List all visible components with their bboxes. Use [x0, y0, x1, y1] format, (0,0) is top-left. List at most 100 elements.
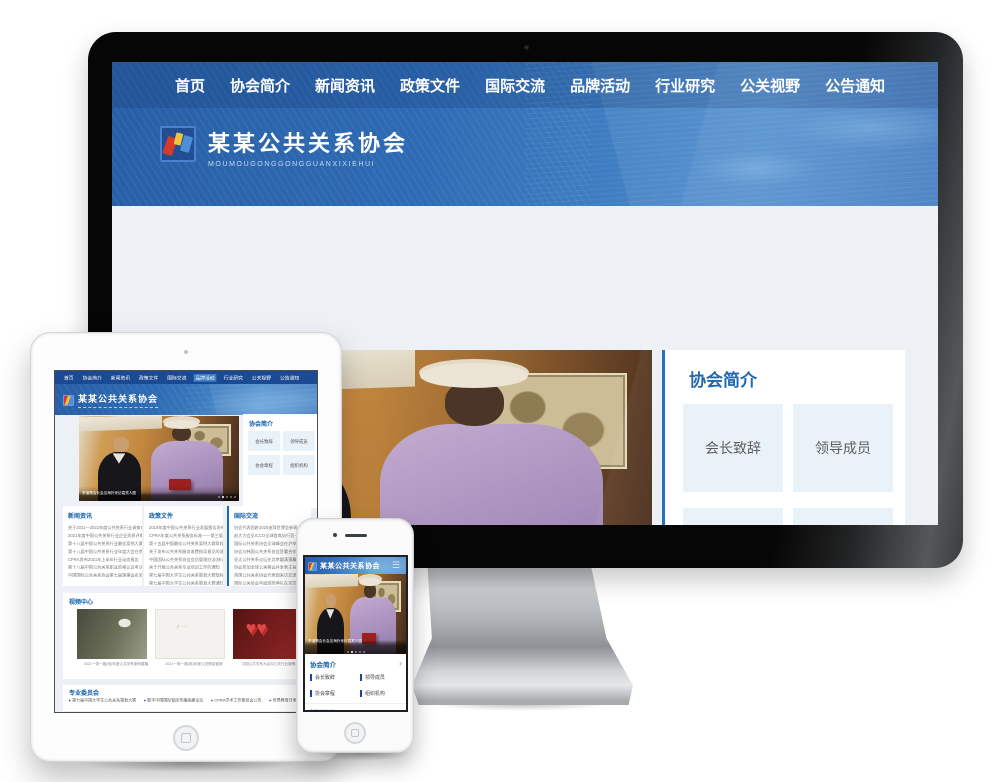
policy-list-item[interactable]: 中国国际公共关系协会会员管理办法(修订) [149, 556, 223, 564]
intro-link[interactable]: 会长致辞 [310, 673, 360, 681]
nav-item[interactable]: 政策文件 [137, 374, 160, 382]
intro-button[interactable]: 领导成员 [283, 431, 315, 451]
logo-icon [63, 395, 74, 406]
intro-button[interactable]: 会长致辞 [683, 404, 783, 492]
video-thumbnail-sketch[interactable] [155, 609, 225, 659]
international-title: 国际交流 [234, 511, 311, 520]
slider-dot[interactable] [226, 496, 228, 498]
intro-button[interactable]: 会长致辞 [248, 431, 280, 451]
nav-item[interactable]: 公告通知 [278, 374, 301, 382]
bullet-bar-icon [360, 674, 362, 681]
nav-item[interactable]: 国际交流 [165, 374, 188, 382]
intro-card-title: 协会简介 [249, 419, 318, 428]
bullet-bar-icon [310, 674, 312, 681]
video-center-card: 视频中心 2021一带一路(电)年度公共关系案例展播2021一带一路(电)年度公… [63, 593, 311, 679]
committee-link[interactable]: 数字中国国际智库传播高峰论坛 [144, 698, 203, 703]
intro-button[interactable]: 领导成员 [793, 404, 893, 492]
nav-item[interactable]: 公告通知 [825, 75, 885, 96]
intro-link[interactable]: 领导成员 [360, 673, 405, 681]
logo[interactable]: 某某公共关系协会 MOUMOUGONGGONGGUANXIXIEHUI [160, 126, 408, 168]
policy-column: 政策文件 2019年度中国公共关系行业发展报告发布CPRA年度公共关系服务标准—… [144, 506, 223, 586]
slider-dot[interactable] [355, 651, 357, 653]
intro-button[interactable]: 协会章程 [683, 508, 783, 525]
video-caption: 2021一带一路(电)年度公关颁奖盛典 [155, 662, 233, 670]
nav-item[interactable]: 品牌活动 [194, 374, 217, 382]
intro-button[interactable]: 协会章程 [248, 455, 280, 475]
committee-link[interactable]: 第七届中国大学生公共关系策划大赛 [69, 698, 136, 703]
video-thumbnails [77, 609, 303, 659]
nav-item[interactable]: 公关视野 [250, 374, 273, 382]
news-list-item[interactable]: 2021年度中国公共关系行业企业资质评审结果 [68, 532, 142, 540]
logo[interactable]: 某某公共关系协会 [308, 561, 380, 571]
hamburger-menu-icon[interactable]: ☰ [392, 561, 402, 570]
slider-dots [347, 651, 365, 653]
monitor-camera-icon [524, 45, 529, 50]
intro-section-header[interactable]: 协会简介 › [305, 656, 406, 670]
nav-item[interactable]: 协会简介 [230, 75, 290, 96]
nav-item[interactable]: 行业研究 [655, 75, 715, 96]
slider-dot[interactable] [234, 496, 236, 498]
nav-item[interactable]: 政策文件 [400, 75, 460, 96]
intro-link[interactable]: 组织机构 [360, 689, 405, 697]
policy-list-item[interactable]: 第七届中国大学生公共关系策划大赛通知 [149, 579, 223, 586]
logo-title: 某某公共关系协会 [320, 561, 380, 571]
home-square-icon [351, 729, 359, 737]
slider-dot[interactable] [218, 496, 220, 498]
video-thumbnail-plants[interactable] [77, 609, 147, 659]
slider-dot[interactable] [359, 651, 361, 653]
intro-button[interactable]: 组织机构 [283, 455, 315, 475]
committee-link[interactable]: CPRA学术工作委员会公告 [211, 698, 261, 703]
slider-dot[interactable] [351, 651, 353, 653]
policy-list-item[interactable]: 2019年度中国公共关系行业发展报告发布 [149, 524, 223, 532]
slider-dot[interactable] [230, 496, 232, 498]
slider-dot[interactable] [222, 496, 224, 498]
slider-dots [218, 496, 236, 498]
news-list-item[interactable]: 第十八届中国公共关系行业年度大会在京召开 [68, 548, 142, 556]
news-list-item[interactable]: 关于2021—2022年度公共关系行业调查的通知 [68, 524, 142, 532]
nav-item[interactable]: 协会简介 [81, 374, 104, 382]
slider-caption-bar: 李道豫会长会见海外来访嘉宾人图 [305, 640, 406, 654]
site-header: 首页 协会简介 新闻资讯 政策文件 国际交流 品牌活动 行业研究 公关视野 公告通知 某某公共关… [112, 62, 938, 206]
news-list-item[interactable]: 第十八届中国公共关系职业资格认证考试通知 [68, 563, 142, 571]
policy-list-item[interactable]: 第十五届中国最佳公共关系案例大赛章程 [149, 540, 223, 548]
policy-list-item[interactable]: CPRA年度公共关系服务标准——第三版 [149, 532, 223, 540]
logo-title: 某某公共关系协会 [208, 126, 408, 158]
logo-subtitle: MOUMOUGONGGONGGUANXIXIEHUI [208, 161, 408, 168]
slider-dot[interactable] [363, 651, 365, 653]
nav-item[interactable]: 行业研究 [222, 374, 245, 382]
nav-item[interactable]: 国际交流 [485, 75, 545, 96]
nav-item[interactable]: 品牌活动 [570, 75, 630, 96]
phone-earpiece [345, 534, 367, 537]
policy-list-item[interactable]: 关于开展公共关系专业培训工作的通知 [149, 563, 223, 571]
video-thumbnail-hearts[interactable] [233, 609, 303, 659]
hero-slider[interactable]: 李道豫会长会见海外来访嘉宾人图 [79, 416, 239, 501]
phone-camera-icon [333, 533, 337, 537]
slider-dot[interactable] [347, 651, 349, 653]
main-nav: 首页 协会简介 新闻资讯 政策文件 国际交流 品牌活动 行业研究 公关视野 公告通知 [112, 62, 938, 108]
home-square-icon [181, 733, 191, 743]
hero-slider[interactable]: 李道豫会长会见海外来访嘉宾人图 [305, 574, 406, 654]
nav-item[interactable]: 新闻资讯 [315, 75, 375, 96]
intro-card: 协会简介 会长致辞领导成员协会章程组织机构 [662, 350, 905, 525]
nav-item[interactable]: 公关视野 [740, 75, 800, 96]
nav-item[interactable]: 新闻资讯 [109, 374, 132, 382]
phone-home-button[interactable] [344, 722, 366, 744]
policy-list-item[interactable]: 关于发布公共关系服务收费指导意见的通知 [149, 548, 223, 556]
logo[interactable]: 某某公共关系协会 [63, 392, 158, 408]
nav-item[interactable]: 首页 [175, 75, 205, 96]
policy-list-item[interactable]: 第七届中国大学生公共关系策划大赛规程 [149, 571, 223, 579]
slider-caption: 李道豫会长会见海外来访嘉宾人图 [308, 639, 405, 644]
news-title: 新闻资讯 [68, 511, 142, 520]
tablet-home-button[interactable] [173, 725, 199, 751]
intro-link[interactable]: 协会章程 [310, 689, 360, 697]
video-center-title: 视频中心 [69, 597, 311, 606]
tablet-main-nav: 首页协会简介新闻资讯政策文件国际交流品牌活动行业研究公关视野公告通知 [55, 371, 317, 384]
chevron-right-icon: › [399, 706, 402, 712]
video-caption: 2021一带一路(电)年度公共关系案例展播 [77, 662, 155, 670]
news-list-item[interactable]: 第十八届中国公共关系行业最佳案例大赛启动 [68, 540, 142, 548]
intro-button[interactable]: 组织机构 [793, 508, 893, 525]
news-section-header[interactable]: 新闻资讯 › [305, 703, 406, 712]
nav-item[interactable]: 首页 [62, 374, 75, 382]
news-list-item[interactable]: 中国国际公共关系协会第七届理事会名单公布 [68, 571, 142, 579]
news-list-item[interactable]: CPRA发布2021年上半年行业动态报告 [68, 556, 142, 564]
